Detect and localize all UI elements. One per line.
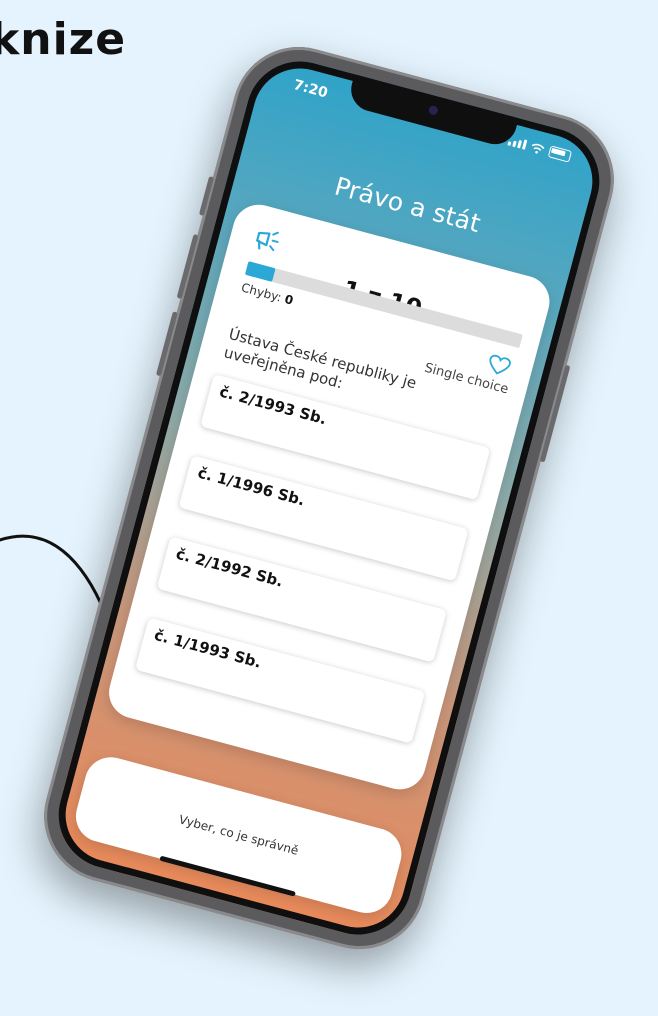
battery-icon xyxy=(547,145,573,163)
phone-mockup: 7:20 Právo a stát 1 z 10 Chyby: 0 Single… xyxy=(29,32,629,964)
errors-value: 0 xyxy=(283,292,295,308)
status-time: 7:20 xyxy=(291,77,330,102)
answer-options: č. 2/1993 Sb. č. 1/1996 Sb. č. 2/1992 Sb… xyxy=(134,374,491,744)
camera-dot xyxy=(427,104,439,116)
question-card: 1 z 10 Chyby: 0 Single choice Ústava Čes… xyxy=(103,198,556,796)
status-icons xyxy=(507,135,573,163)
promo-heading: knize xyxy=(0,14,127,65)
hint-text: Vyber, co je správně xyxy=(177,812,300,858)
heart-icon[interactable] xyxy=(486,353,512,378)
wifi-icon xyxy=(531,143,545,154)
signal-icon xyxy=(507,135,528,150)
